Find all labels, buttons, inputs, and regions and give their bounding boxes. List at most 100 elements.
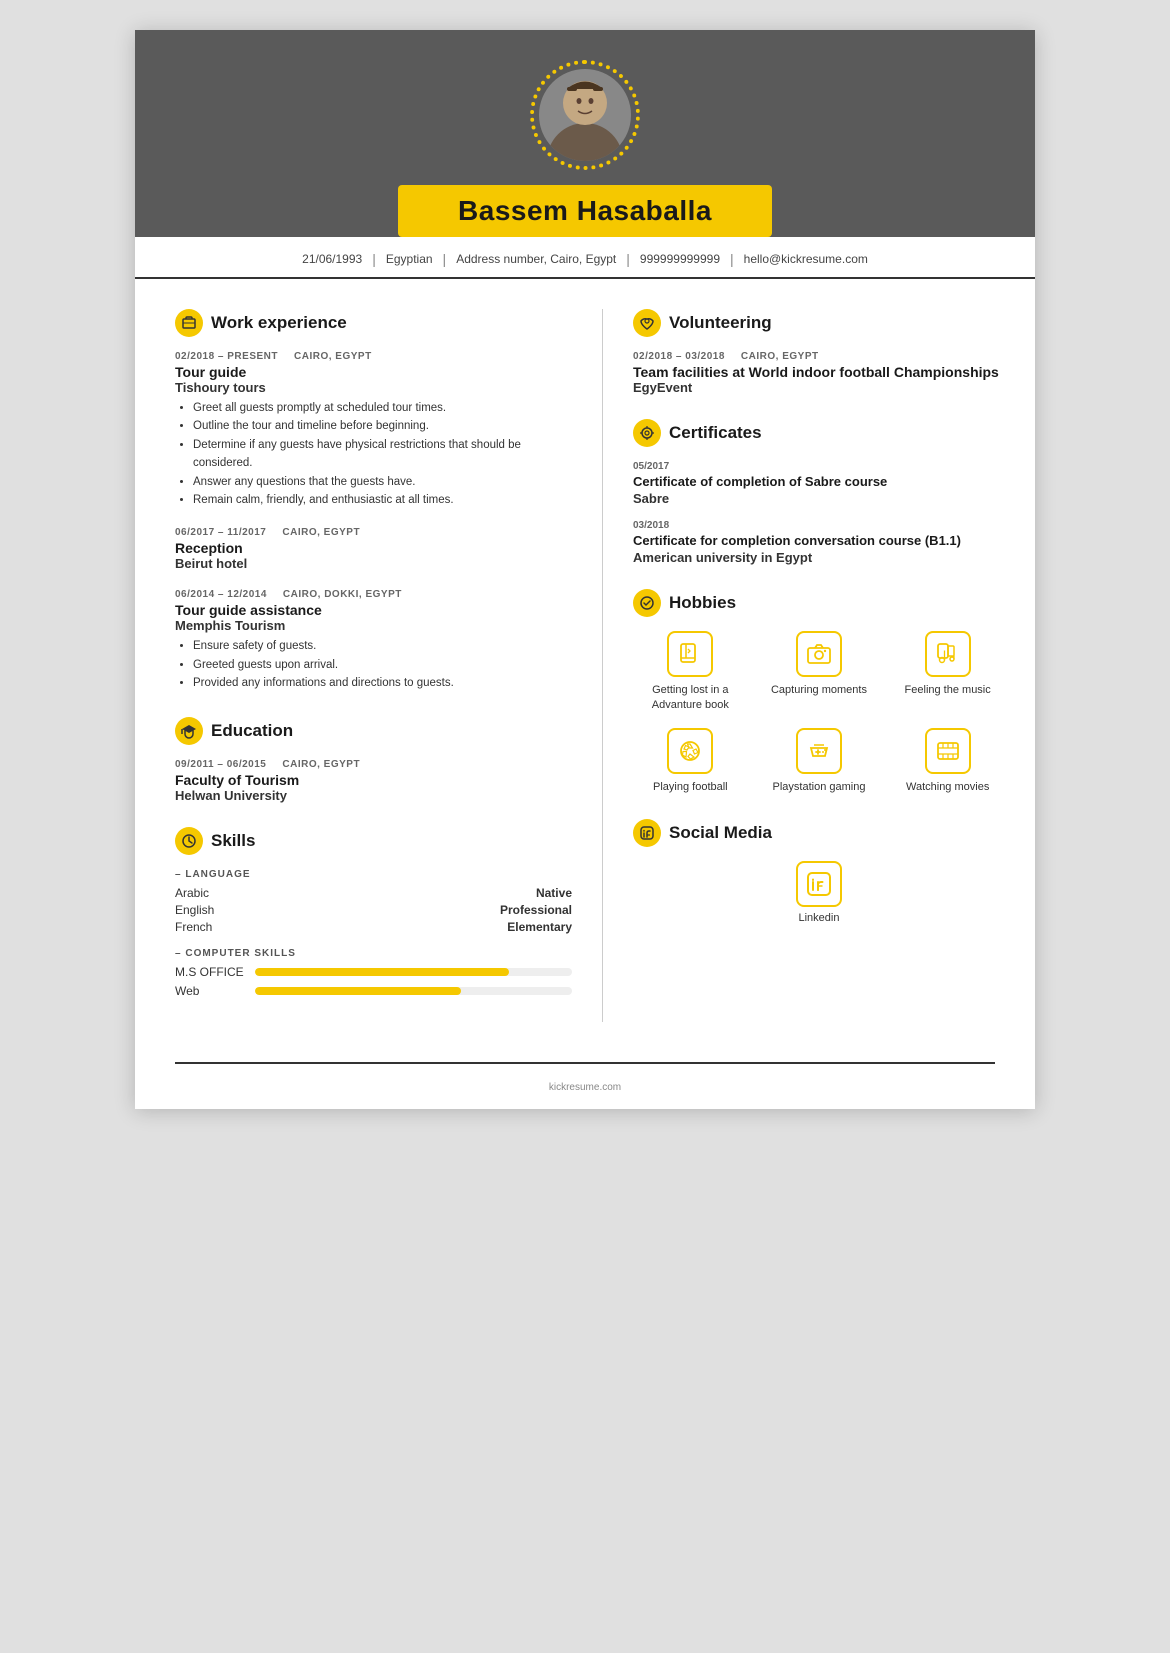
cert-title-2: Certificate for completion conversation … bbox=[633, 533, 1005, 550]
sep2: | bbox=[443, 251, 447, 267]
phone: 999999999999 bbox=[640, 252, 720, 266]
hobby-music-label: Feeling the music bbox=[905, 683, 991, 698]
hobbies-grid: Getting lost in a Advanture book bbox=[633, 631, 1005, 795]
work-entry-2-title: Reception bbox=[175, 540, 572, 556]
hobby-book-label: Getting lost in a Advanture book bbox=[633, 683, 748, 714]
address: Address number, Cairo, Egypt bbox=[456, 252, 616, 266]
cert-entry-1: 05/2017 Certificate of completion of Sab… bbox=[633, 461, 1005, 506]
lang-row-1: English Professional bbox=[175, 903, 572, 917]
movies-icon bbox=[925, 728, 971, 774]
linkedin-label: Linkedin bbox=[799, 912, 840, 924]
certificates-section: Certificates 05/2017 Certificate of comp… bbox=[633, 419, 1005, 565]
avatar-ring bbox=[530, 60, 640, 170]
edu-entry-1-meta: 09/2011 – 06/2015 CAIRO, EGYPT bbox=[175, 759, 572, 770]
education-heading: Education bbox=[211, 721, 293, 741]
name-banner: Bassem Hasaballa bbox=[398, 185, 772, 237]
bullet: Provided any informations and directions… bbox=[193, 674, 572, 692]
work-icon bbox=[175, 309, 203, 337]
education-section-title: Education bbox=[175, 717, 572, 745]
email: hello@kickresume.com bbox=[744, 252, 868, 266]
work-entry-2: 06/2017 – 11/2017 CAIRO, EGYPT Reception… bbox=[175, 527, 572, 571]
vol-heading: Volunteering bbox=[669, 313, 772, 333]
language-skills: LANGUAGE Arabic Native English Professio… bbox=[175, 869, 572, 934]
skill-bar-0: M.S OFFICE bbox=[175, 965, 572, 979]
work-entry-3-title: Tour guide assistance bbox=[175, 602, 572, 618]
hobby-movies-label: Watching movies bbox=[906, 780, 989, 795]
bullet: Greet all guests promptly at scheduled t… bbox=[193, 399, 572, 417]
education-icon bbox=[175, 717, 203, 745]
cert-section-title: Certificates bbox=[633, 419, 1005, 447]
bullet: Remain calm, friendly, and enthusiastic … bbox=[193, 491, 572, 509]
footer-text: kickresume.com bbox=[135, 1074, 1035, 1109]
book-icon bbox=[667, 631, 713, 677]
skills-icon bbox=[175, 827, 203, 855]
vol-entry-1-meta: 02/2018 – 03/2018 CAIRO, EGYPT bbox=[633, 351, 1005, 362]
right-column: Volunteering 02/2018 – 03/2018 CAIRO, EG… bbox=[603, 309, 1035, 1022]
skills-heading: Skills bbox=[211, 831, 255, 851]
language-label: LANGUAGE bbox=[175, 869, 572, 880]
social-icon-section bbox=[633, 819, 661, 847]
vol-icon bbox=[633, 309, 661, 337]
skill-name-0: M.S OFFICE bbox=[175, 965, 255, 979]
hobby-gaming: Playstation gaming bbox=[762, 728, 877, 795]
bullet: Ensure safety of guests. bbox=[193, 637, 572, 655]
computer-skills: COMPUTER SKILLS M.S OFFICE Web bbox=[175, 948, 572, 998]
volunteering-section: Volunteering 02/2018 – 03/2018 CAIRO, EG… bbox=[633, 309, 1005, 395]
skill-name-1: Web bbox=[175, 984, 255, 998]
avatar bbox=[539, 69, 631, 161]
edu-entry-1-company: Helwan University bbox=[175, 788, 572, 803]
skill-bar-fill-0 bbox=[255, 968, 509, 976]
social-section: Social Media Linke bbox=[633, 819, 1005, 924]
lang-name-2: French bbox=[175, 920, 212, 934]
social-heading: Social Media bbox=[669, 823, 772, 843]
edu-entry-1-title: Faculty of Tourism bbox=[175, 772, 572, 788]
hobbies-section: Hobbies Getting lost in bbox=[633, 589, 1005, 795]
work-entry-1-company: Tishoury tours bbox=[175, 380, 572, 395]
hobby-camera-label: Capturing moments bbox=[771, 683, 867, 698]
computer-label: COMPUTER SKILLS bbox=[175, 948, 572, 959]
hobby-book: Getting lost in a Advanture book bbox=[633, 631, 748, 714]
social-linkedin: Linkedin bbox=[796, 861, 842, 924]
footer-line bbox=[175, 1062, 995, 1064]
cert-date-2: 03/2018 bbox=[633, 520, 1005, 531]
cert-title-1: Certificate of completion of Sabre cours… bbox=[633, 474, 1005, 491]
lang-name-1: English bbox=[175, 903, 214, 917]
music-icon bbox=[925, 631, 971, 677]
work-section: Work experience 02/2018 – PRESENT CAIRO,… bbox=[175, 309, 572, 693]
education-section: Education 09/2011 – 06/2015 CAIRO, EGYPT… bbox=[175, 717, 572, 803]
work-entry-3-company: Memphis Tourism bbox=[175, 618, 572, 633]
dob: 21/06/1993 bbox=[302, 252, 362, 266]
hobby-gaming-label: Playstation gaming bbox=[773, 780, 866, 795]
body-area: Work experience 02/2018 – PRESENT CAIRO,… bbox=[135, 279, 1035, 1052]
lang-row-2: French Elementary bbox=[175, 920, 572, 934]
cert-heading: Certificates bbox=[669, 423, 762, 443]
hobby-movies: Watching movies bbox=[890, 728, 1005, 795]
cert-org-1: Sabre bbox=[633, 491, 1005, 506]
cert-entry-2: 03/2018 Certificate for completion conve… bbox=[633, 520, 1005, 565]
hobby-camera: Capturing moments bbox=[762, 631, 877, 714]
hobby-music: Feeling the music bbox=[890, 631, 1005, 714]
work-heading: Work experience bbox=[211, 313, 347, 333]
football-icon bbox=[667, 728, 713, 774]
header-section: Bassem Hasaballa bbox=[135, 30, 1035, 237]
social-grid: Linkedin bbox=[633, 861, 1005, 924]
bullet: Outline the tour and timeline before beg… bbox=[193, 417, 572, 435]
bullet: Determine if any guests have physical re… bbox=[193, 436, 572, 473]
gaming-icon bbox=[796, 728, 842, 774]
lang-name-0: Arabic bbox=[175, 886, 209, 900]
hobby-football: Playing football bbox=[633, 728, 748, 795]
work-entry-1-title: Tour guide bbox=[175, 364, 572, 380]
work-entry-1-bullets: Greet all guests promptly at scheduled t… bbox=[175, 399, 572, 509]
camera-icon bbox=[796, 631, 842, 677]
bullet: Answer any questions that the guests hav… bbox=[193, 473, 572, 491]
hobbies-section-title: Hobbies bbox=[633, 589, 1005, 617]
contact-bar: 21/06/1993 | Egyptian | Address number, … bbox=[135, 237, 1035, 279]
work-entry-2-company: Beirut hotel bbox=[175, 556, 572, 571]
full-name: Bassem Hasaballa bbox=[458, 195, 712, 227]
vol-section-title: Volunteering bbox=[633, 309, 1005, 337]
vol-entry-1-company: EgyEvent bbox=[633, 380, 1005, 395]
work-entry-1-meta: 02/2018 – PRESENT CAIRO, EGYPT bbox=[175, 351, 572, 362]
social-section-title: Social Media bbox=[633, 819, 1005, 847]
hobby-football-label: Playing football bbox=[653, 780, 728, 795]
vol-entry-1-title: Team facilities at World indoor football… bbox=[633, 364, 1005, 380]
